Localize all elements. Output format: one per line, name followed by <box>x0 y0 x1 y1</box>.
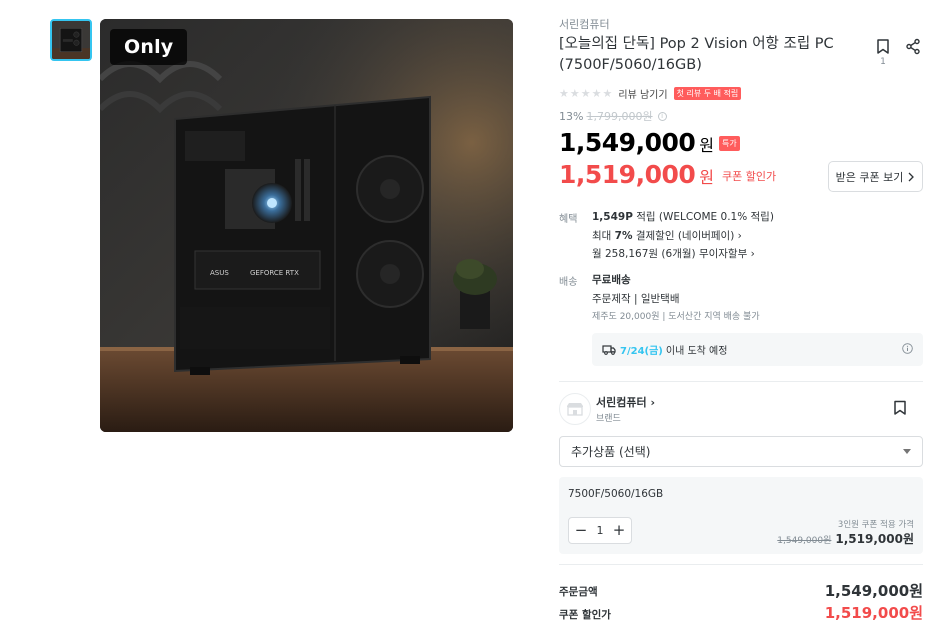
order-total-label: 주문금액 <box>559 586 598 598</box>
discount-row: 13% 1,799,000원 i <box>559 108 667 124</box>
write-review-link[interactable]: 리뷰 남기기 <box>618 86 667 101</box>
currency-unit: 원 <box>699 168 714 187</box>
installment-benefit[interactable]: 월 258,167원 (6개월) 무이자할부 › <box>592 246 755 261</box>
view-coupons-label: 받은 쿠폰 보기 <box>835 170 904 184</box>
shipping-extra: 제주도 20,000원 | 도서산간 지역 배송 불가 <box>592 312 760 322</box>
brand-link[interactable]: 서린컴퓨터 <box>559 16 610 32</box>
chevron-right-icon: › <box>650 396 655 409</box>
coupon-total-value: 1,519,000원 <box>824 604 923 622</box>
seller-type: 브랜드 <box>596 414 621 424</box>
seller-name[interactable]: 서린컴퓨터 › <box>596 394 655 410</box>
scrap-count: 1 <box>880 57 886 67</box>
chevron-right-icon <box>908 172 915 181</box>
selected-option-card: 7500F/5060/16GB − 1 + 3인원 쿠폰 적용 가격 1,549… <box>559 477 923 554</box>
divider <box>559 381 923 382</box>
discount-rate: 13% <box>559 109 584 123</box>
original-price: 1,799,000원 <box>586 110 653 123</box>
share-button[interactable] <box>905 38 921 55</box>
shipping-method: 주문제작 | 일반택배 <box>592 293 680 305</box>
star-icon: ★ <box>559 86 569 100</box>
product-title: [오늘의집 단독] Pop 2 Vision 어항 조립 PC (7500F/5… <box>559 36 834 73</box>
special-badge: 특가 <box>719 136 740 151</box>
point-value: 1,549P <box>592 211 633 223</box>
shipping-type: 무료배송 <box>592 274 631 286</box>
svg-text:ASUS: ASUS <box>210 269 229 277</box>
star-icon: ★ <box>591 86 602 100</box>
svg-text:GEFORCE RTX: GEFORCE RTX <box>250 269 299 277</box>
order-total-value: 1,549,000원 <box>824 582 923 600</box>
info-icon[interactable] <box>902 342 913 357</box>
star-icon: ★ <box>602 86 613 100</box>
chevron-right-icon: › <box>750 248 755 260</box>
card-discount-benefit[interactable]: 최대 7% 결제할인 (네이버페이) › <box>592 228 742 243</box>
delivery-estimate: 7/24(금) 이내 도착 예정 <box>592 333 923 366</box>
option-final-price: 1,519,000원 <box>835 532 914 546</box>
caret-down-icon <box>903 449 911 454</box>
card-prefix: 최대 <box>592 230 612 242</box>
decrement-button[interactable]: − <box>574 523 588 538</box>
pc-case-photo: ASUS GEFORCE RTX <box>100 19 513 432</box>
installment-text: 월 258,167원 (6개월) 무이자할부 <box>592 248 748 260</box>
option-original-price: 1,549,000원 <box>777 536 832 546</box>
seller-name-label: 서린컴퓨터 <box>596 396 647 409</box>
bookmark-icon <box>877 39 889 54</box>
coupon-price-label: 쿠폰 할인가 <box>722 170 777 183</box>
point-benefit: 1,549P 적립 (WELCOME 0.1% 적립) <box>592 209 774 224</box>
increment-button[interactable]: + <box>612 523 626 538</box>
option-prices: 1,549,000원 1,519,000원 <box>777 530 914 547</box>
star-icon: ★ <box>580 86 591 100</box>
share-icon <box>906 38 920 55</box>
only-badge: Only <box>110 29 188 65</box>
rating-row: ★ ★ ★ ★ ★ 리뷰 남기기 첫 리뷰 두 배 적립 <box>559 86 742 101</box>
price-row: 1,549,000 원 특가 <box>559 128 740 157</box>
benefit-label: 혜택 <box>559 214 578 225</box>
currency-unit: 원 <box>699 136 714 155</box>
scrap-button[interactable]: 1 <box>875 38 891 67</box>
truck-icon <box>602 345 616 355</box>
sale-price: 1,549,000 <box>559 128 696 157</box>
star-icon: ★ <box>569 86 580 100</box>
thumbnail-image <box>52 21 90 59</box>
card-text: 결제할인 (네이버페이) <box>635 230 735 242</box>
product-main-image[interactable]: ASUS GEFORCE RTX Only <box>100 19 513 432</box>
view-coupons-button[interactable]: 받은 쿠폰 보기 <box>828 161 923 192</box>
divider <box>559 564 923 565</box>
additional-product-select[interactable]: 추가상품 (선택) <box>559 436 923 467</box>
coupon-total-label: 쿠폰 할인가 <box>559 609 611 621</box>
store-icon <box>567 403 583 416</box>
rating-stars: ★ ★ ★ ★ ★ <box>559 88 612 99</box>
card-rate: 7% <box>614 230 633 242</box>
delivery-text: 이내 도착 예정 <box>665 346 728 357</box>
select-placeholder: 추가상품 (선택) <box>571 445 651 459</box>
brand-avatar[interactable] <box>559 393 591 425</box>
coupon-note: 3인원 쿠폰 적용 가격 <box>837 520 914 530</box>
coupon-price-row: 1,519,000 원 쿠폰 할인가 <box>559 160 776 189</box>
info-icon[interactable]: i <box>657 111 667 121</box>
quantity-stepper: − 1 + <box>568 517 632 544</box>
review-reward-badge: 첫 리뷰 두 배 적립 <box>673 86 742 100</box>
gallery-thumbnail[interactable] <box>50 19 92 61</box>
shipping-label: 배송 <box>559 277 578 288</box>
coupon-price: 1,519,000 <box>559 160 696 189</box>
delivery-date: 7/24(금) <box>620 346 663 357</box>
quantity-value[interactable]: 1 <box>597 524 604 537</box>
option-name: 7500F/5060/16GB <box>568 488 664 500</box>
brand-bookmark-button[interactable] <box>893 400 907 420</box>
chevron-right-icon: › <box>737 230 742 242</box>
bookmark-icon <box>894 400 906 415</box>
point-text: 적립 (WELCOME 0.1% 적립) <box>636 211 774 223</box>
